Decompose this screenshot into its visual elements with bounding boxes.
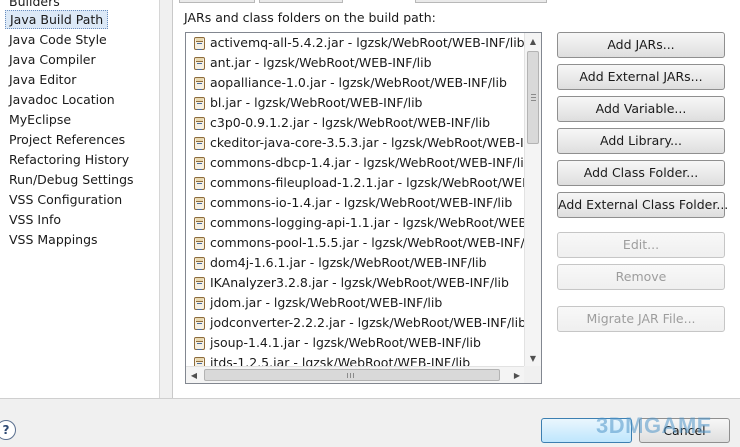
add-library-button[interactable]: Add Library... — [557, 128, 725, 154]
jar-list-item[interactable]: commons-fileupload-1.2.1.jar - lgzsk/Web… — [194, 173, 531, 193]
grip-line — [531, 94, 536, 95]
jar-list-item[interactable]: dom4j-1.6.1.jar - lgzsk/WebRoot/WEB-INF/… — [194, 253, 487, 273]
jar-list-item[interactable]: jsoup-1.4.1.jar - lgzsk/WebRoot/WEB-INF/… — [194, 333, 481, 353]
grip-line — [531, 97, 536, 98]
jar-icon — [194, 137, 205, 150]
nav-item-project-references[interactable]: Project References — [5, 130, 129, 149]
scrollbar-corner — [524, 366, 541, 383]
remove-button[interactable]: Remove — [557, 264, 725, 290]
grip-line — [353, 373, 354, 378]
jar-list-item[interactable]: ant.jar - lgzsk/WebRoot/WEB-INF/lib — [194, 53, 432, 73]
jar-list-item[interactable]: activemq-all-5.4.2.jar - lgzsk/WebRoot/W… — [194, 33, 525, 53]
nav-item-java-code-style[interactable]: Java Code Style — [5, 30, 111, 49]
jar-list-item[interactable]: commons-dbcp-1.4.jar - lgzsk/WebRoot/WEB… — [194, 153, 532, 173]
add-variable-button[interactable]: Add Variable... — [557, 96, 725, 122]
vertical-scrollbar[interactable]: ▲ ▼ — [524, 33, 541, 367]
nav-item-vss-mappings[interactable]: VSS Mappings — [5, 230, 102, 249]
nav-item-myeclipse[interactable]: MyEclipse — [5, 110, 75, 129]
libraries-tab-page: JARs and class folders on the build path… — [172, 0, 740, 398]
scroll-left-arrow-icon[interactable]: ◀ — [186, 367, 202, 383]
jar-icon — [194, 197, 205, 210]
nav-item-javadoc-location[interactable]: Javadoc Location — [5, 90, 119, 109]
jar-list-item[interactable]: IKAnalyzer3.2.8.jar - lgzsk/WebRoot/WEB-… — [194, 273, 509, 293]
horizontal-scroll-thumb[interactable] — [204, 369, 500, 381]
build-path-list[interactable]: activemq-all-5.4.2.jar - lgzsk/WebRoot/W… — [185, 32, 542, 384]
jar-icon — [194, 157, 205, 170]
grip-line — [347, 373, 348, 378]
jar-icon — [194, 37, 205, 50]
jar-list-item[interactable]: bl.jar - lgzsk/WebRoot/WEB-INF/lib — [194, 93, 423, 113]
horizontal-scrollbar[interactable]: ◀ ▶ — [186, 366, 525, 383]
jar-icon — [194, 257, 205, 270]
jar-list-item[interactable]: ckeditor-java-core-3.5.3.jar - lgzsk/Web… — [194, 133, 524, 153]
add-jars-button[interactable]: Add JARs... — [557, 32, 725, 58]
tab-projects[interactable] — [259, 0, 343, 3]
scroll-up-arrow-icon[interactable]: ▲ — [525, 33, 541, 50]
migrate-jar-button[interactable]: Migrate JAR File... — [557, 306, 725, 332]
jar-icon — [194, 317, 205, 330]
nav-item-java-editor[interactable]: Java Editor — [5, 70, 80, 89]
jar-list-item[interactable]: aopalliance-1.0.jar - lgzsk/WebRoot/WEB-… — [194, 73, 507, 93]
jar-icon — [194, 217, 205, 230]
nav-item-refactoring-history[interactable]: Refactoring History — [5, 150, 133, 169]
add-external-jars-button[interactable]: Add External JARs... — [557, 64, 725, 90]
jar-icon — [194, 277, 205, 290]
jar-icon — [194, 337, 205, 350]
nav-item-run-debug-settings[interactable]: Run/Debug Settings — [5, 170, 138, 189]
edit-button[interactable]: Edit... — [557, 232, 725, 258]
jar-list-item[interactable]: commons-logging-api-1.1.jar - lgzsk/WebR… — [194, 213, 535, 233]
jar-list-item[interactable]: commons-pool-1.5.5.jar - lgzsk/WebRoot/W… — [194, 233, 525, 253]
nav-item-java-compiler[interactable]: Java Compiler — [5, 50, 100, 69]
jar-icon — [194, 57, 205, 70]
nav-item-vss-info[interactable]: VSS Info — [5, 210, 65, 229]
jar-list-item[interactable]: jodconverter-2.2.2.jar - lgzsk/WebRoot/W… — [194, 313, 526, 333]
jar-icon — [194, 97, 205, 110]
nav-item-vss-configuration[interactable]: VSS Configuration — [5, 190, 126, 209]
help-icon[interactable]: ? — [0, 420, 16, 440]
add-class-folder-button[interactable]: Add Class Folder... — [557, 160, 725, 186]
tab-source[interactable] — [179, 0, 255, 3]
grip-line — [350, 373, 351, 378]
jar-icon — [194, 297, 205, 310]
jar-icon — [194, 117, 205, 130]
scroll-right-arrow-icon[interactable]: ▶ — [509, 367, 525, 383]
scroll-down-arrow-icon[interactable]: ▼ — [525, 350, 541, 367]
watermark-logo: 3DMGAME — [596, 413, 712, 438]
add-external-class-folder-button[interactable]: Add External Class Folder... — [557, 192, 728, 218]
jar-icon — [194, 77, 205, 90]
libraries-caption: JARs and class folders on the build path… — [184, 10, 436, 25]
tab-order-and-export[interactable] — [415, 0, 547, 3]
properties-nav-tree: Builders Java Build Path Java Code Style… — [0, 0, 160, 398]
jar-list-item[interactable]: c3p0-0.9.1.2.jar - lgzsk/WebRoot/WEB-INF… — [194, 113, 490, 133]
tab-strip — [179, 0, 731, 3]
jar-icon — [194, 177, 205, 190]
jar-icon — [194, 237, 205, 250]
jar-list-item[interactable]: jdom.jar - lgzsk/WebRoot/WEB-INF/lib — [194, 293, 442, 313]
nav-item-java-build-path[interactable]: Java Build Path — [5, 10, 109, 29]
vertical-scroll-thumb[interactable] — [527, 51, 539, 144]
jar-list-item[interactable]: commons-io-1.4.jar - lgzsk/WebRoot/WEB-I… — [194, 193, 512, 213]
grip-line — [531, 100, 536, 101]
